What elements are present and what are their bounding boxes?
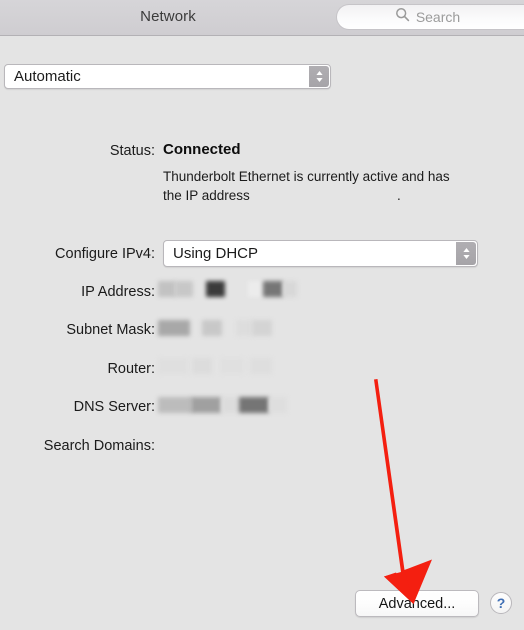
preferences-content: Automatic Status: Connected Thunderbolt … bbox=[0, 37, 524, 630]
status-label: Status: bbox=[109, 143, 155, 159]
ip-address-label: IP Address: bbox=[81, 284, 155, 300]
network-preferences-window: Network Search Automatic Status: Connect… bbox=[0, 0, 524, 630]
updown-chevron-icon bbox=[456, 242, 476, 265]
subnet-mask-label: Subnet Mask: bbox=[66, 322, 155, 338]
search-placeholder: Search bbox=[415, 9, 461, 25]
dns-server-value-redacted bbox=[158, 397, 298, 419]
search-input[interactable]: Search bbox=[336, 4, 524, 30]
redacted-ip-inline bbox=[285, 186, 395, 201]
router-value-redacted bbox=[158, 358, 298, 380]
help-button[interactable]: ? bbox=[490, 592, 512, 614]
status-description-period: . bbox=[397, 188, 401, 203]
router-label: Router: bbox=[107, 361, 155, 377]
advanced-button[interactable]: Advanced... bbox=[355, 590, 479, 617]
window-toolbar: Network Search bbox=[0, 0, 524, 36]
status-value: Connected bbox=[163, 141, 241, 158]
updown-chevron-icon bbox=[309, 66, 329, 87]
search-domains-label: Search Domains: bbox=[43, 438, 155, 454]
location-popup-value: Automatic bbox=[14, 68, 81, 85]
configure-ipv4-label: Configure IPv4: bbox=[55, 246, 155, 262]
configure-ipv4-popup-button[interactable]: Using DHCP bbox=[163, 240, 478, 267]
page-title: Network bbox=[140, 8, 196, 25]
ip-address-value-redacted bbox=[158, 281, 298, 303]
search-icon bbox=[395, 7, 410, 27]
status-description: Thunderbolt Ethernet is currently active… bbox=[163, 167, 463, 205]
location-popup-button[interactable]: Automatic bbox=[4, 64, 331, 89]
dns-server-label: DNS Server: bbox=[73, 399, 155, 415]
configure-ipv4-value: Using DHCP bbox=[173, 245, 259, 262]
subnet-mask-value-redacted bbox=[158, 320, 298, 342]
